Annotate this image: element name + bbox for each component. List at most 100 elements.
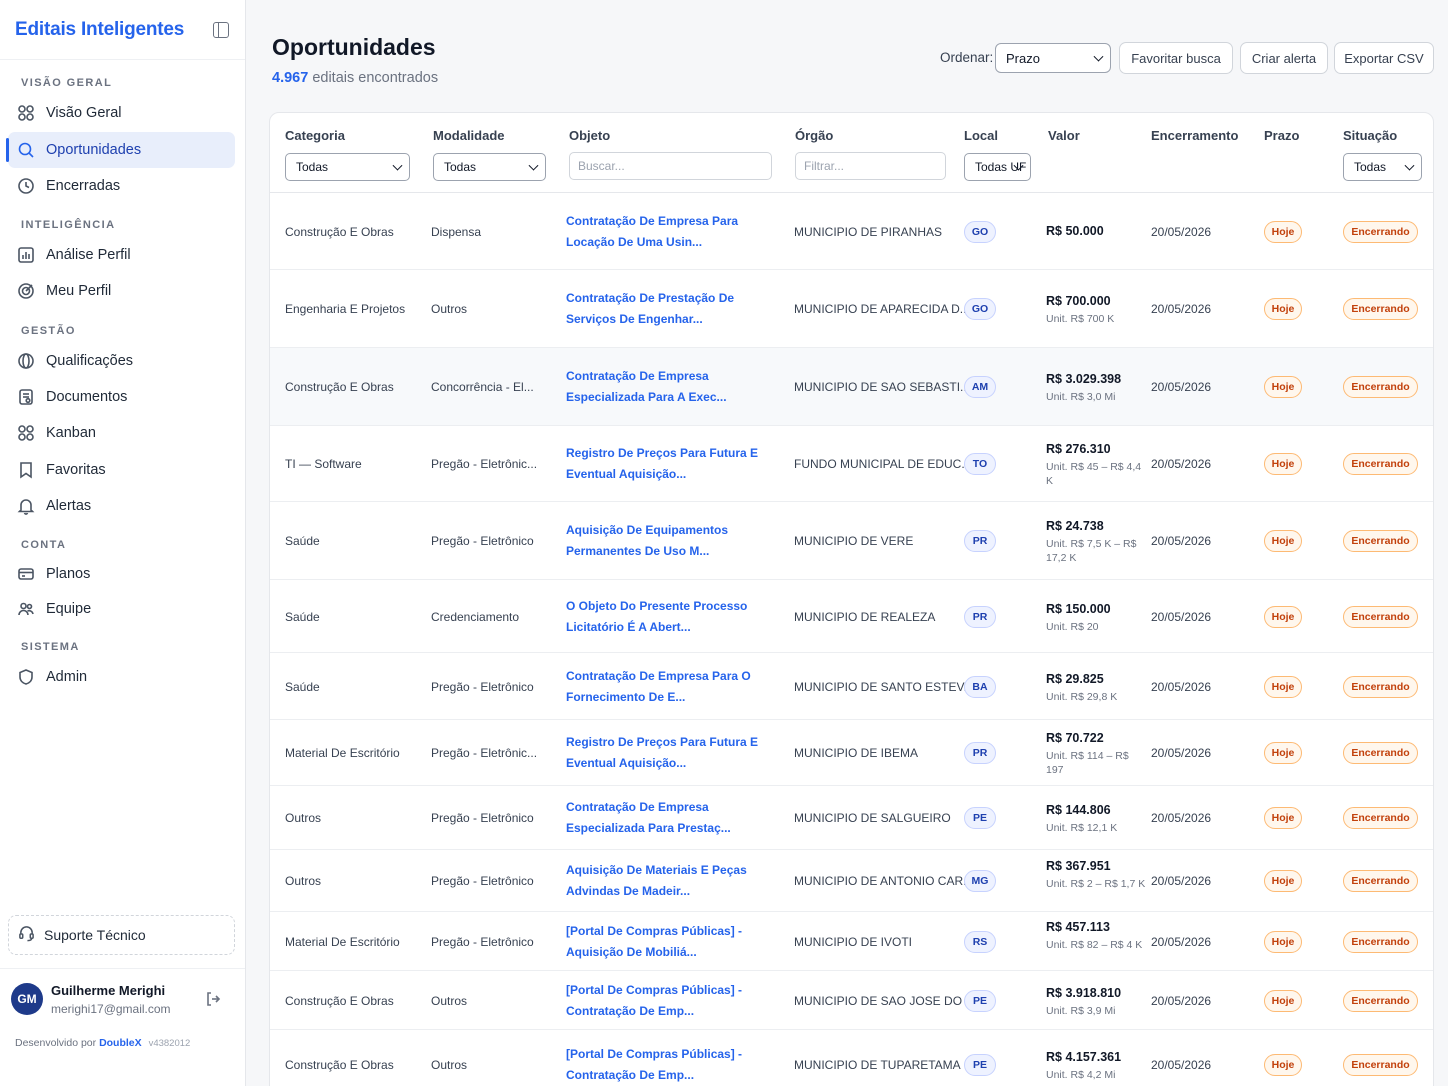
cell-valor-unit: Unit. R$ 12,1 K (1046, 822, 1118, 834)
sidebar-item-documentos[interactable]: Documentos (8, 379, 235, 415)
cell-modalidade: Pregão - Eletrônico (431, 534, 534, 548)
table-row[interactable]: Construção E Obras Outros [Portal De Compr… (270, 971, 1433, 1030)
cell-objeto-link[interactable]: Aquisição De Materiais E Peças Advindas … (566, 860, 778, 902)
cell-objeto-link[interactable]: Contratação De Empresa Para O Fornecimen… (566, 666, 778, 708)
status-badge: Encerrando (1343, 930, 1418, 953)
categoria-filter-value: Todas (296, 160, 329, 174)
situacao-filter-select[interactable]: Todas (1343, 153, 1422, 181)
uf-badge: PR (964, 530, 996, 552)
status-badge: Encerrando (1343, 605, 1418, 628)
cell-objeto-link[interactable]: [Portal De Compras Públicas] - Contrataç… (566, 980, 778, 1022)
cell-modalidade: Dispensa (431, 224, 482, 239)
modalidade-filter-value: Todas (444, 160, 477, 174)
developer-credit: Desenvolvido por DoubleX v4382012 (15, 1037, 190, 1049)
cell-objeto-link[interactable]: [Portal De Compras Públicas] - Contrataç… (566, 1044, 778, 1086)
cell-encerramento: 20/05/2026 (1151, 534, 1212, 548)
export-csv-button[interactable]: Exportar CSV (1334, 42, 1434, 74)
avatar[interactable]: GM (11, 983, 43, 1015)
sidebar-item-visao-geral[interactable]: Visão Geral (8, 95, 235, 131)
cell-objeto-link[interactable]: Contratação De Empresa Especializada Par… (566, 366, 778, 408)
modalidade-filter-select[interactable]: Todas (433, 153, 546, 181)
status-badge: Encerrando (1343, 1054, 1418, 1076)
sidebar-item-label: Documentos (46, 389, 128, 405)
sidebar-item-encerradas[interactable]: Encerradas (8, 168, 235, 204)
col-header-modalidade[interactable]: Modalidade (433, 128, 505, 143)
table-row[interactable]: Outros Pregão - Eletrônico Contratação De … (270, 786, 1433, 850)
table-row[interactable]: Material De Escritório Pregão - Eletrônic… (270, 720, 1433, 786)
cell-orgao: MUNICIPIO DE PIRANHAS (794, 224, 943, 239)
table-row[interactable]: Engenharia E Projetos Outros Contratação D… (270, 270, 1433, 348)
sidebar-item-label: Alertas (46, 498, 92, 514)
cell-objeto-link[interactable]: Contratação De Prestação De Serviços De … (566, 288, 778, 330)
cell-valor: R$ 150.000 (1046, 601, 1111, 616)
table-row[interactable]: Saúde Pregão - Eletrônico Contratação De E… (270, 653, 1433, 720)
sidebar-item-meu-perfil[interactable]: Meu Perfil (8, 273, 235, 309)
table-row[interactable]: Saúde Credenciamento O Objeto Do Presente … (270, 580, 1433, 653)
col-header-categoria[interactable]: Categoria (285, 128, 345, 143)
cell-encerramento: 20/05/2026 (1151, 457, 1212, 471)
cell-valor: R$ 276.310 (1046, 442, 1111, 456)
cell-encerramento: 20/05/2026 (1151, 874, 1212, 888)
cell-objeto-link[interactable]: Contratação De Empresa Para Locação De U… (566, 211, 778, 253)
col-header-orgao[interactable]: Órgão (795, 128, 833, 143)
sidebar-item-planos[interactable]: Planos (8, 556, 235, 592)
support-button[interactable]: Suporte Técnico (8, 915, 235, 955)
result-count: 4.967 editais encontrados (272, 70, 438, 86)
col-header-valor[interactable]: Valor (1048, 128, 1080, 143)
table-row[interactable]: Construção E Obras Concorrência - El... Co… (270, 348, 1433, 426)
cell-objeto-link[interactable]: Registro De Preços Para Futura E Eventua… (566, 443, 778, 485)
sidebar-item-admin[interactable]: Admin (8, 659, 235, 695)
cell-orgao: FUNDO MUNICIPAL DE EDUC... (794, 457, 972, 471)
sidebar-item-equipe[interactable]: Equipe (8, 591, 235, 627)
uf-badge: BA (964, 675, 996, 698)
cell-modalidade: Pregão - Eletrônico (431, 811, 534, 825)
col-header-encerramento[interactable]: Encerramento (1151, 128, 1238, 143)
section-visao-geral: VISÃO GERAL (21, 77, 113, 89)
status-badge: Encerrando (1343, 376, 1418, 398)
sidebar-item-kanban[interactable]: Kanban (8, 415, 235, 451)
col-header-prazo[interactable]: Prazo (1264, 128, 1299, 143)
orgao-filter-input[interactable]: Filtrar... (795, 152, 946, 180)
cell-categoria: Construção E Obras (285, 224, 394, 239)
cell-objeto-link[interactable]: Contratação De Empresa Especializada Par… (566, 797, 778, 839)
col-header-objeto[interactable]: Objeto (569, 128, 610, 143)
cell-objeto-link[interactable]: [Portal De Compras Públicas] - Aquisição… (566, 921, 778, 963)
col-header-situacao[interactable]: Situação (1343, 128, 1397, 143)
cell-objeto-link[interactable]: O Objeto Do Presente Processo Licitatóri… (566, 596, 778, 638)
local-filter-select[interactable]: Todas UF (964, 153, 1031, 181)
favorite-search-button[interactable]: Favoritar busca (1119, 42, 1233, 74)
sidebar-item-qualificacoes[interactable]: Qualificações (8, 343, 235, 379)
opportunities-table: Categoria Modalidade Objeto Órgão Local … (269, 112, 1434, 1086)
search-icon (17, 141, 35, 159)
sidebar-item-oportunidades[interactable]: Oportunidades (6, 132, 235, 168)
cell-valor: R$ 367.951 (1046, 859, 1111, 873)
cell-valor-unit: Unit. R$ 45 – R$ 4,4 K (1046, 461, 1142, 487)
categoria-filter-select[interactable]: Todas (285, 153, 410, 181)
order-select[interactable]: Prazo (995, 43, 1111, 73)
cell-encerramento: 20/05/2026 (1151, 302, 1212, 316)
dev-brand-link[interactable]: DoubleX (99, 1037, 142, 1049)
brand-title[interactable]: Editais Inteligentes (15, 19, 184, 41)
cell-objeto-link[interactable]: Registro De Preços Para Futura E Eventua… (566, 732, 778, 774)
cell-valor: R$ 50.000 (1046, 223, 1104, 238)
uf-badge: TO (964, 453, 996, 475)
table-row[interactable]: Construção E Obras Outros [Portal De Compr… (270, 1030, 1433, 1086)
table-row[interactable]: Saúde Pregão - Eletrônico Aquisição De Equ… (270, 502, 1433, 580)
table-row[interactable]: Construção E Obras Dispensa Contratação De… (270, 193, 1433, 270)
sidebar-item-analise-perfil[interactable]: Análise Perfil (8, 237, 235, 273)
cell-valor-unit: Unit. R$ 4,2 Mi (1046, 1069, 1116, 1081)
table-row[interactable]: Outros Pregão - Eletrônico Aquisição De Ma… (270, 850, 1433, 912)
sidebar-toggle-icon[interactable] (213, 21, 229, 38)
create-alert-button[interactable]: Criar alerta (1240, 42, 1328, 74)
table-row[interactable]: Material De Escritório Pregão - Eletrônic… (270, 912, 1433, 971)
sidebar-item-favoritas[interactable]: Favoritas (8, 452, 235, 488)
table-row[interactable]: TI — Software Pregão - Eletrônic... Regist… (270, 426, 1433, 502)
cell-objeto-link[interactable]: Aquisição De Equipamentos Permanentes De… (566, 520, 778, 562)
cell-encerramento: 20/05/2026 (1151, 934, 1212, 949)
prazo-badge: Hoje (1264, 220, 1302, 243)
col-header-local[interactable]: Local (964, 128, 998, 143)
shield-icon (17, 668, 35, 686)
objeto-search-input[interactable]: Buscar... (569, 152, 772, 180)
logout-icon[interactable] (205, 991, 221, 1007)
sidebar-item-alertas[interactable]: Alertas (8, 488, 235, 524)
